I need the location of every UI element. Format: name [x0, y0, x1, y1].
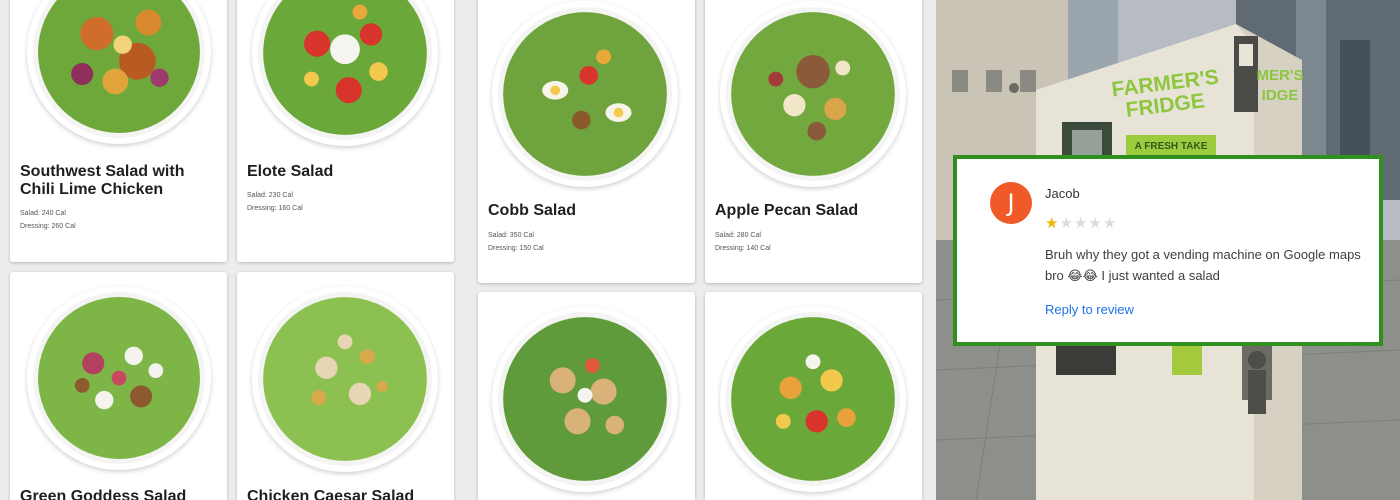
menu-card-southwest-salad[interactable]: Southwest Salad with Chili Lime Chicken … — [10, 0, 227, 262]
reply-to-review-link[interactable]: Reply to review — [1045, 302, 1134, 317]
kiosk-side-brand-line2: IDGE — [1262, 87, 1299, 104]
salad-image-southwest-2 — [720, 306, 906, 492]
salad-title: Cobb Salad — [488, 202, 577, 219]
calorie-info: Salad: 280 Cal Dressing: 140 Cal — [715, 229, 771, 255]
salad-image-pasta — [492, 306, 678, 492]
calorie-info: Salad: 240 Cal Dressing: 260 Cal — [20, 207, 76, 233]
dressing-calories: Dressing: 140 Cal — [715, 245, 771, 252]
review-card: J Jacob ★★★★★ Bruh why they got a vendin… — [953, 155, 1383, 346]
menu-card-southwest-salad-2[interactable] — [705, 292, 922, 500]
menu-card-green-goddess-salad[interactable]: Green Goddess Salad — [10, 272, 227, 500]
menu-card-cobb-salad[interactable]: Cobb Salad Salad: 350 Cal Dressing: 150 … — [478, 0, 695, 283]
star-empty-icon: ★ — [1088, 214, 1103, 232]
star-empty-icon: ★ — [1073, 214, 1089, 232]
salad-image-chicken-caesar — [252, 286, 438, 472]
calorie-info: Salad: 230 Cal Dressing: 160 Cal — [247, 189, 303, 215]
salad-calories: Salad: 280 Cal — [715, 232, 761, 239]
kiosk-banner-text: A FRESH TAKE — [1135, 141, 1208, 152]
menu-card-chicken-caesar-salad[interactable]: Chicken Caesar Salad — [237, 272, 454, 500]
menu-card-elote-salad[interactable]: Elote Salad Salad: 230 Cal Dressing: 160… — [237, 0, 454, 262]
screen: Southwest Salad with Chili Lime Chicken … — [0, 0, 1400, 500]
star-filled-icon: ★ — [1045, 214, 1060, 232]
salad-calories: Salad: 240 Cal — [20, 210, 66, 217]
salad-image-elote — [252, 0, 438, 146]
dressing-calories: Dressing: 160 Cal — [247, 205, 303, 212]
salad-image-green-goddess — [27, 286, 211, 470]
menu-card-apple-pecan-salad[interactable]: Apple Pecan Salad Salad: 280 Cal Dressin… — [705, 0, 922, 283]
reviewer-avatar[interactable]: J — [990, 182, 1032, 224]
salad-title: Green Goddess Salad — [20, 488, 187, 500]
kiosk-side-brand-line1: MER'S — [1257, 67, 1304, 84]
dressing-calories: Dressing: 150 Cal — [488, 245, 544, 252]
review-text: Bruh why they got a vending machine on G… — [1045, 247, 1361, 283]
dressing-calories: Dressing: 260 Cal — [20, 223, 76, 230]
salad-title: Apple Pecan Salad — [715, 202, 859, 219]
calorie-info: Salad: 350 Cal Dressing: 150 Cal — [488, 229, 544, 255]
reviewer-name[interactable]: Jacob — [1045, 186, 1080, 201]
menu-card-pasta-salad[interactable] — [478, 292, 695, 500]
salad-image-southwest — [27, 0, 211, 144]
salad-image-cobb — [492, 1, 678, 187]
salad-calories: Salad: 350 Cal — [488, 232, 534, 239]
salad-calories: Salad: 230 Cal — [247, 192, 293, 199]
star-empty-icon: ★ — [1059, 214, 1074, 232]
salad-image-apple-pecan — [720, 1, 906, 187]
salad-title: Southwest Salad with Chili Lime Chicken — [20, 163, 185, 198]
salad-title: Elote Salad — [247, 163, 334, 180]
salad-title: Chicken Caesar Salad — [247, 488, 415, 500]
star-rating: ★★★★★ — [1045, 214, 1117, 232]
star-empty-icon: ★ — [1102, 214, 1118, 232]
